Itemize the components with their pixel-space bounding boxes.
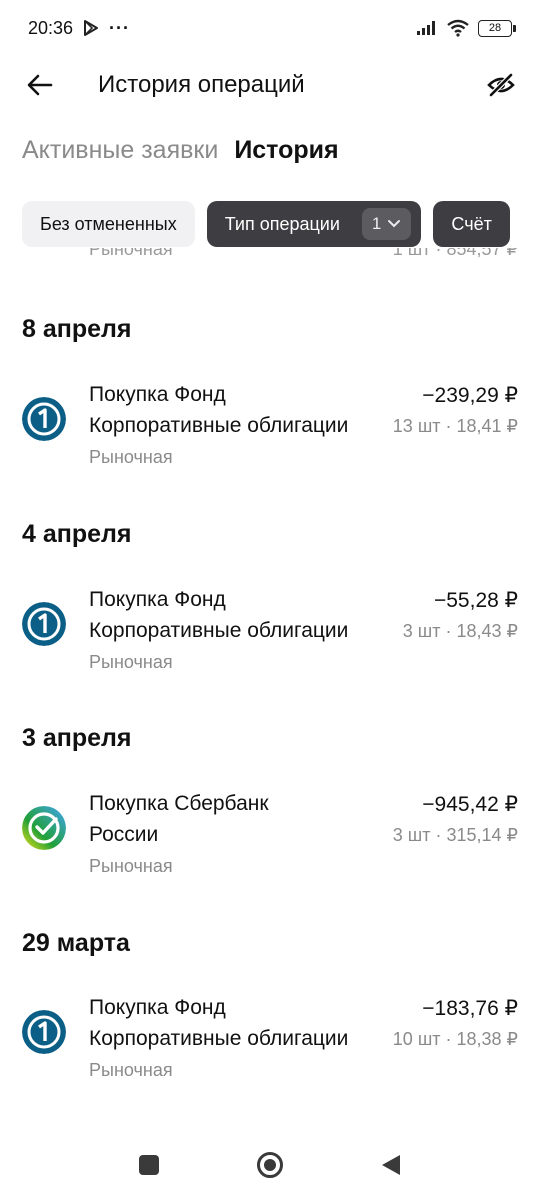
section-date: 4 апреля xyxy=(22,520,132,548)
operation-amount: −55,28 ₽ xyxy=(433,589,518,612)
section-date: 8 апреля xyxy=(22,315,132,343)
operation-quantity-price: 10 шт · 18,38 ₽ xyxy=(392,1029,518,1049)
filter-operation-type-chip[interactable]: Тип операции 1 xyxy=(206,201,422,247)
operation-amount: −945,42 ₽ xyxy=(422,793,518,816)
wifi-icon xyxy=(447,19,469,37)
fund-logo-icon xyxy=(22,1010,66,1054)
home-button[interactable] xyxy=(256,1151,284,1179)
filter-count: 1 xyxy=(371,214,382,233)
signal-icon xyxy=(417,21,435,35)
operation-subtitle: Корпоративные облигации xyxy=(89,414,349,437)
operation-amount: −183,76 ₽ xyxy=(422,997,518,1020)
more-notifications-icon: ··· xyxy=(109,17,131,38)
fund-logo-icon xyxy=(22,602,66,646)
fund-logo-icon xyxy=(22,397,66,441)
recents-button[interactable] xyxy=(138,1154,160,1176)
tab-bar: Активные заявки История xyxy=(22,136,339,165)
operation-row[interactable]: Покупка Фонд Корпоративные облигации Рын… xyxy=(0,588,540,680)
eye-off-icon xyxy=(487,73,515,97)
operation-subtitle: Корпоративные облигации xyxy=(89,619,349,642)
operation-quantity-price: 3 шт · 315,14 ₽ xyxy=(392,825,518,845)
operation-row[interactable]: Покупка Фонд Корпоративные облигации Рын… xyxy=(0,383,540,475)
status-time: 20:36 xyxy=(28,17,74,38)
tab-active-orders[interactable]: Активные заявки xyxy=(22,136,218,165)
section-date: 3 апреля xyxy=(22,724,132,752)
faded-row-qty: 1 шт · 854,57 ₽ xyxy=(392,248,518,259)
sberbank-logo-icon xyxy=(22,806,66,850)
tab-history[interactable]: История xyxy=(234,136,338,165)
filter-account-chip[interactable]: Счёт xyxy=(433,201,510,247)
status-bar: 20:36 ··· 28 xyxy=(0,0,540,56)
operation-subtitle: Корпоративные облигации xyxy=(89,1027,349,1050)
operation-title: Покупка Фонд xyxy=(89,996,226,1019)
hide-balance-button[interactable] xyxy=(484,68,518,102)
back-button[interactable] xyxy=(22,67,58,103)
section-date: 29 марта xyxy=(22,929,130,957)
operation-row[interactable]: Покупка Фонд Корпоративные облигации Рын… xyxy=(0,996,540,1088)
operation-title: Покупка Фонд xyxy=(89,588,226,611)
operation-order-type: Рыночная xyxy=(89,652,173,672)
page-title: История операций xyxy=(98,71,305,98)
operation-amount: −239,29 ₽ xyxy=(422,384,518,407)
back-nav-button[interactable] xyxy=(380,1153,402,1177)
filter-no-cancelled-chip[interactable]: Без отмененных xyxy=(22,201,195,247)
operation-order-type: Рыночная xyxy=(89,1060,173,1080)
filter-operation-type-label: Тип операции xyxy=(224,213,340,234)
operation-order-type: Рыночная xyxy=(89,856,173,876)
operation-title: Покупка Сбербанк xyxy=(89,792,269,815)
filter-chips: Без отмененных Тип операции 1 Счёт xyxy=(22,201,510,247)
chevron-down-icon xyxy=(388,220,401,228)
operation-row[interactable]: Покупка Сбербанк России Рыночная −945,42… xyxy=(0,792,540,884)
system-nav-bar xyxy=(0,1130,540,1200)
filter-count-badge: 1 xyxy=(361,208,412,240)
faded-row-note: Рыночная xyxy=(89,248,173,259)
battery-level: 28 xyxy=(488,22,502,34)
filter-no-cancelled-label: Без отмененных xyxy=(40,213,177,234)
filter-account-label: Счёт xyxy=(451,213,492,234)
top-app-bar: История операций xyxy=(0,56,540,114)
operation-title: Покупка Фонд xyxy=(89,383,226,406)
operation-subtitle: России xyxy=(89,823,159,846)
arrow-left-icon xyxy=(27,74,53,96)
operation-quantity-price: 3 шт · 18,43 ₽ xyxy=(402,621,518,641)
battery-icon: 28 xyxy=(478,19,516,37)
play-store-notification-icon xyxy=(84,20,99,36)
operation-quantity-price: 13 шт · 18,41 ₽ xyxy=(392,416,518,436)
partially-visible-row: Рыночная 1 шт · 854,57 ₽ xyxy=(0,248,540,266)
operation-order-type: Рыночная xyxy=(89,447,173,467)
